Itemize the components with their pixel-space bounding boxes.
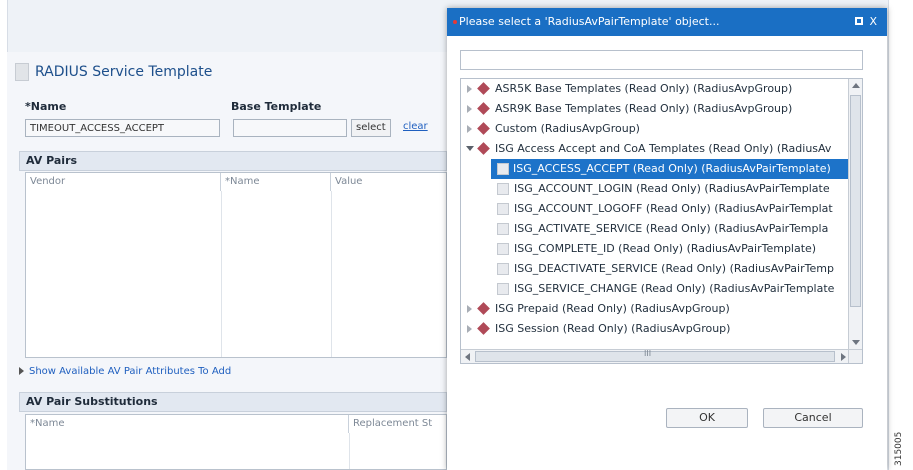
scrollbar-corner xyxy=(848,349,862,363)
template-icon xyxy=(497,263,509,275)
av-pair-substitutions-header: AV Pair Substitutions xyxy=(19,392,447,412)
column-divider xyxy=(349,433,350,469)
tree-item-isg-access-accept-group[interactable]: ISG Access Accept and CoA Templates (Rea… xyxy=(461,139,850,159)
group-icon xyxy=(477,82,490,95)
horizontal-scrollbar[interactable]: III xyxy=(461,349,850,363)
column-divider xyxy=(331,191,332,357)
search-input[interactable] xyxy=(460,50,863,70)
tree-item-isg-prepaid[interactable]: ISG Prepaid (Read Only) (RadiusAvpGroup) xyxy=(461,299,850,319)
name-label: *Name xyxy=(25,100,67,113)
page-title: RADIUS Service Template xyxy=(35,64,213,80)
template-icon xyxy=(497,203,509,215)
expand-arrow-icon xyxy=(19,367,24,375)
column-header-replacement[interactable]: Replacement St xyxy=(349,415,448,433)
clear-link[interactable]: clear xyxy=(403,121,428,132)
tree-item-isg-service-change[interactable]: ISG_SERVICE_CHANGE (Read Only) (RadiusAv… xyxy=(461,279,850,299)
group-icon xyxy=(477,122,490,135)
close-icon[interactable]: X xyxy=(869,8,877,36)
tree-item-asr9k[interactable]: ASR9K Base Templates (Read Only) (Radius… xyxy=(461,99,850,119)
show-av-pair-attributes-label: Show Available AV Pair Attributes To Add xyxy=(29,366,232,377)
tree-item-label: ISG Session (Read Only) (RadiusAvpGroup) xyxy=(495,322,731,335)
group-icon xyxy=(477,142,490,155)
tree-item-label: ISG_COMPLETE_ID (Read Only) (RadiusAvPai… xyxy=(514,242,817,255)
column-divider xyxy=(221,191,222,357)
page-title-row: RADIUS Service Template xyxy=(15,62,212,82)
template-icon xyxy=(497,283,509,295)
tree-item-label: ISG_ACCOUNT_LOGOFF (Read Only) (RadiusAv… xyxy=(514,202,833,215)
alert-dot-icon xyxy=(453,20,457,24)
template-icon xyxy=(497,163,509,175)
tree-item-label: ISG_ACCESS_ACCEPT (Read Only) (RadiusAvP… xyxy=(513,162,831,175)
av-pairs-header: AV Pairs xyxy=(19,151,447,171)
tree-item-label: ISG_DEACTIVATE_SERVICE (Read Only) (Radi… xyxy=(514,262,834,275)
column-header-vendor[interactable]: Vendor xyxy=(26,173,221,191)
vertical-scroll-thumb[interactable] xyxy=(850,95,861,307)
tree-item-isg-deactivate-service[interactable]: ISG_DEACTIVATE_SERVICE (Read Only) (Radi… xyxy=(461,259,850,279)
column-header-name[interactable]: *Name xyxy=(221,173,331,191)
vertical-scrollbar[interactable] xyxy=(848,79,862,349)
tree-item-label: ISG_SERVICE_CHANGE (Read Only) (RadiusAv… xyxy=(514,282,835,295)
expand-arrow-icon[interactable] xyxy=(467,125,472,133)
group-icon xyxy=(477,322,490,335)
scroll-down-icon[interactable] xyxy=(852,340,860,345)
dialog-title: Please select a 'RadiusAvPairTemplate' o… xyxy=(459,15,720,28)
show-av-pair-attributes-link[interactable]: Show Available AV Pair Attributes To Add xyxy=(19,366,231,377)
tree-item-isg-activate-service[interactable]: ISG_ACTIVATE_SERVICE (Read Only) (Radius… xyxy=(461,219,850,239)
template-icon xyxy=(497,223,509,235)
base-template-label: Base Template xyxy=(231,100,322,113)
base-template-input[interactable] xyxy=(233,119,347,137)
select-template-dialog: Please select a 'RadiusAvPairTemplate' o… xyxy=(447,8,887,470)
column-header-name[interactable]: *Name xyxy=(26,415,349,433)
tree-item-isg-account-logoff[interactable]: ISG_ACCOUNT_LOGOFF (Read Only) (RadiusAv… xyxy=(461,199,850,219)
tree-item-isg-access-accept[interactable]: ISG_ACCESS_ACCEPT (Read Only) (RadiusAvP… xyxy=(491,159,850,179)
document-icon xyxy=(15,63,29,81)
template-tree: ASR5K Base Templates (Read Only) (Radius… xyxy=(460,78,863,364)
tree-item-label: ISG_ACCOUNT_LOGIN (Read Only) (RadiusAvP… xyxy=(514,182,830,195)
tree-item-custom[interactable]: Custom (RadiusAvpGroup) xyxy=(461,119,850,139)
scroll-right-icon[interactable] xyxy=(841,353,846,361)
template-icon xyxy=(497,243,509,255)
tree-item-label: ASR5K Base Templates (Read Only) (Radius… xyxy=(495,82,793,95)
tree-item-asr5k[interactable]: ASR5K Base Templates (Read Only) (Radius… xyxy=(461,79,850,99)
tree-item-label: ISG Access Accept and CoA Templates (Rea… xyxy=(495,142,832,155)
name-input[interactable]: TIMEOUT_ACCESS_ACCEPT xyxy=(25,119,220,137)
scroll-up-icon[interactable] xyxy=(852,83,860,88)
av-pairs-table: Vendor *Name Value xyxy=(25,172,447,358)
tree-item-isg-session[interactable]: ISG Session (Read Only) (RadiusAvpGroup) xyxy=(461,319,850,339)
tree-item-label: ISG_ACTIVATE_SERVICE (Read Only) (Radius… xyxy=(514,222,829,235)
template-icon xyxy=(497,183,509,195)
tree-item-label: ISG Prepaid (Read Only) (RadiusAvpGroup) xyxy=(495,302,730,315)
app-window: RADIUS Service Template *Name TIMEOUT_AC… xyxy=(0,0,913,470)
dialog-title-bar: Please select a 'RadiusAvPairTemplate' o… xyxy=(447,8,887,36)
expand-arrow-icon[interactable] xyxy=(467,325,472,333)
expand-arrow-icon[interactable] xyxy=(467,105,472,113)
expand-arrow-icon[interactable] xyxy=(467,85,472,93)
ok-button[interactable]: OK xyxy=(666,408,748,428)
figure-id: 315005 xyxy=(894,431,904,466)
group-icon xyxy=(477,102,490,115)
cancel-button[interactable]: Cancel xyxy=(763,408,863,428)
tree-item-label: Custom (RadiusAvpGroup) xyxy=(495,122,640,135)
group-icon xyxy=(477,302,490,315)
select-button[interactable]: select xyxy=(351,119,391,137)
tree-item-label: ASR9K Base Templates (Read Only) (Radius… xyxy=(495,102,793,115)
column-header-value[interactable]: Value xyxy=(331,173,448,191)
scroll-grip: III xyxy=(644,349,652,358)
scroll-left-icon[interactable] xyxy=(465,353,470,361)
expand-arrow-icon[interactable] xyxy=(467,305,472,313)
maximize-icon[interactable] xyxy=(855,17,863,25)
collapse-arrow-icon[interactable] xyxy=(466,146,474,151)
horizontal-scroll-thumb[interactable]: III xyxy=(475,349,835,362)
tree-item-isg-account-login[interactable]: ISG_ACCOUNT_LOGIN (Read Only) (RadiusAvP… xyxy=(461,179,850,199)
av-pair-substitutions-table: *Name Replacement St xyxy=(25,414,447,470)
tree-item-isg-complete-id[interactable]: ISG_COMPLETE_ID (Read Only) (RadiusAvPai… xyxy=(461,239,850,259)
